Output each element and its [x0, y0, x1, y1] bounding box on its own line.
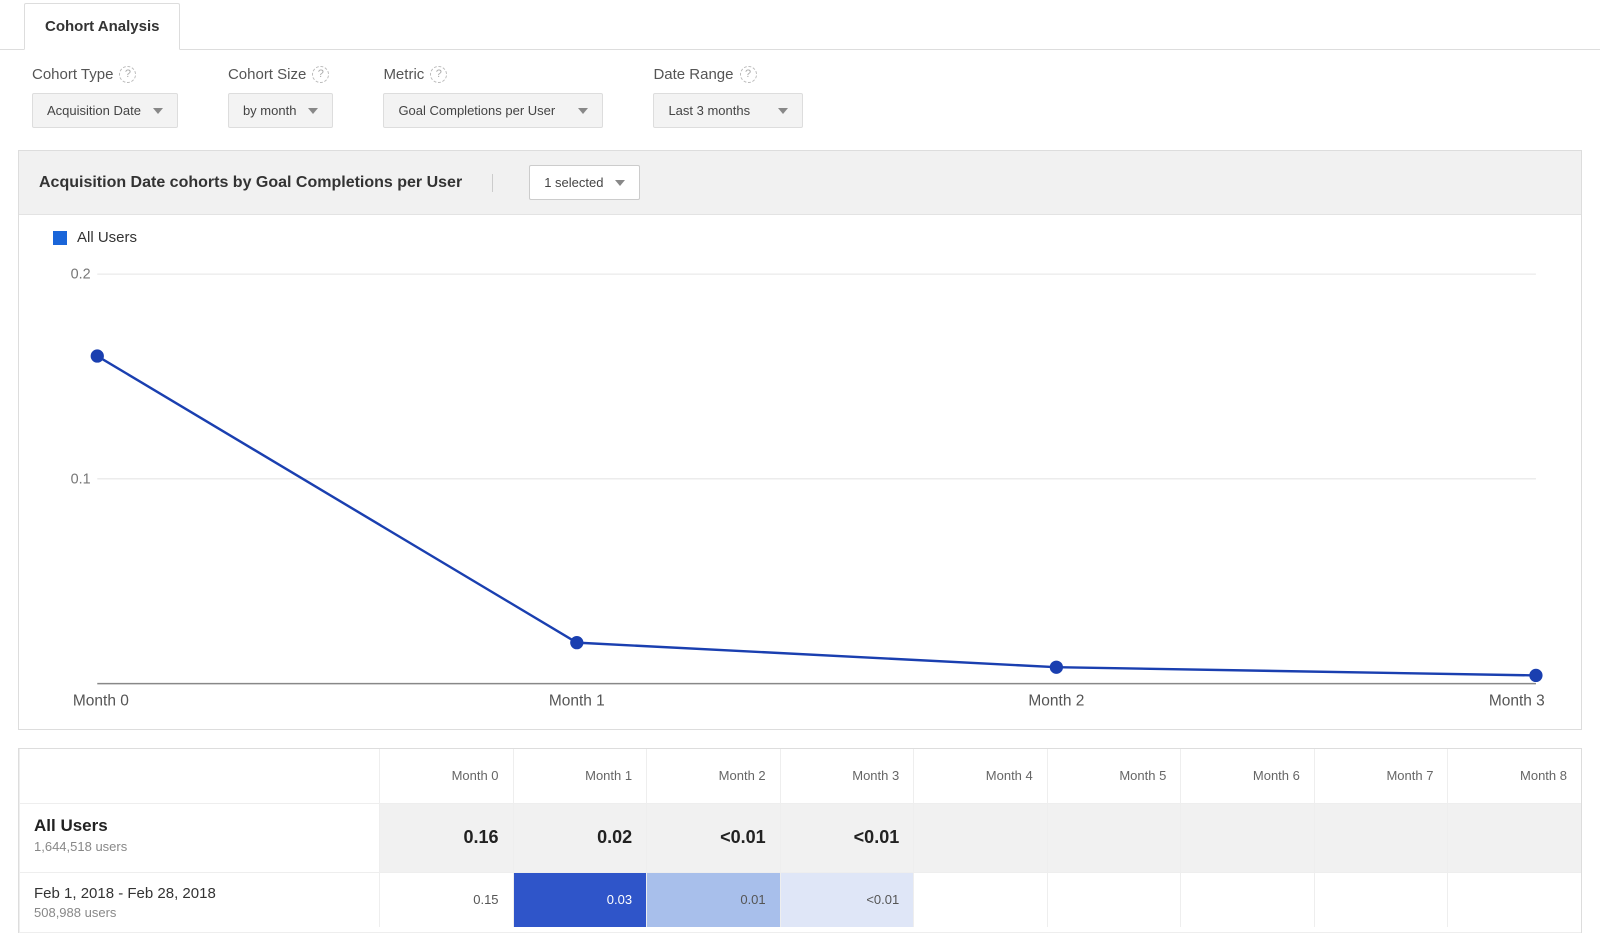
chevron-down-icon: [615, 180, 625, 186]
label-text: Cohort Type: [32, 66, 113, 83]
table-corner-cell: [19, 749, 379, 803]
filters-row: Cohort Type ? Acquisition Date Cohort Si…: [0, 50, 1600, 150]
filter-cohort-size-dropdown[interactable]: by month: [228, 93, 333, 128]
filter-metric-group: Metric ? Goal Completions per User: [383, 66, 603, 128]
row-label: Feb 1, 2018 - Feb 28, 2018: [34, 885, 216, 902]
table-header-cell: Month 3: [780, 749, 914, 803]
value-cell: [913, 804, 1047, 872]
table-header-cell: Month 1: [513, 749, 647, 803]
label-text: Metric: [383, 66, 424, 83]
table-row: Feb 1, 2018 - Feb 28, 2018 508,988 users 0…: [19, 873, 1581, 933]
svg-text:Month 3: Month 3: [1489, 693, 1545, 710]
filter-cohort-type-group: Cohort Type ? Acquisition Date: [32, 66, 178, 128]
help-icon[interactable]: ?: [312, 66, 329, 83]
value-cell: [913, 873, 1047, 927]
filter-cohort-type-dropdown[interactable]: Acquisition Date: [32, 93, 178, 128]
filter-date-range-label: Date Range ?: [653, 66, 803, 83]
panel-header: Acquisition Date cohorts by Goal Complet…: [19, 151, 1581, 215]
value-cell: <0.01: [780, 873, 914, 927]
chevron-down-icon: [153, 108, 163, 114]
help-icon[interactable]: ?: [430, 66, 447, 83]
filter-metric-dropdown[interactable]: Goal Completions per User: [383, 93, 603, 128]
legend-swatch-icon: [53, 231, 67, 245]
chart-legend: All Users: [19, 215, 1581, 246]
tab-cohort-analysis[interactable]: Cohort Analysis: [24, 3, 180, 50]
table-header-cell: Month 4: [913, 749, 1047, 803]
value-cell: [1180, 804, 1314, 872]
value-cell: [1447, 873, 1581, 927]
legend-series-label: All Users: [77, 229, 137, 246]
series-selector-dropdown[interactable]: 1 selected: [529, 165, 640, 200]
help-icon[interactable]: ?: [740, 66, 757, 83]
row-sublabel: 1,644,518 users: [34, 839, 127, 854]
chevron-down-icon: [778, 108, 788, 114]
value-cell: [1180, 873, 1314, 927]
value-cell: 0.01: [646, 873, 780, 927]
svg-text:Month 2: Month 2: [1028, 693, 1084, 710]
row-label-cell: Feb 1, 2018 - Feb 28, 2018 508,988 users: [19, 873, 379, 932]
label-text: Date Range: [653, 66, 733, 83]
svg-text:Month 1: Month 1: [549, 693, 605, 710]
svg-text:0.2: 0.2: [71, 267, 91, 283]
value-cell: [1314, 804, 1448, 872]
filter-date-range-group: Date Range ? Last 3 months: [653, 66, 803, 128]
table-header-cell: Month 2: [646, 749, 780, 803]
filter-cohort-size-group: Cohort Size ? by month: [228, 66, 333, 128]
table-header-cell: Month 8: [1447, 749, 1581, 803]
chart-panel: Acquisition Date cohorts by Goal Complet…: [18, 150, 1582, 730]
cohort-table: Month 0Month 1Month 2Month 3Month 4Month…: [18, 748, 1582, 933]
dropdown-value: by month: [243, 103, 296, 118]
value-cell: 0.15: [379, 873, 513, 927]
dropdown-value: Last 3 months: [668, 103, 750, 118]
tabbar: Cohort Analysis: [0, 0, 1600, 50]
dropdown-value: Goal Completions per User: [398, 103, 555, 118]
table-header-row: Month 0Month 1Month 2Month 3Month 4Month…: [19, 749, 1581, 804]
row-sublabel: 508,988 users: [34, 905, 116, 920]
help-icon[interactable]: ?: [119, 66, 136, 83]
dropdown-value: 1 selected: [544, 175, 603, 190]
value-cell: 0.16: [379, 804, 513, 872]
svg-text:0.1: 0.1: [71, 471, 91, 487]
panel-title: Acquisition Date cohorts by Goal Complet…: [39, 174, 493, 192]
filter-cohort-type-label: Cohort Type ?: [32, 66, 178, 83]
value-cell: [1314, 873, 1448, 927]
value-cell: [1047, 873, 1181, 927]
svg-text:Month 0: Month 0: [73, 693, 129, 710]
table-header-cell: Month 7: [1314, 749, 1448, 803]
row-label-cell: All Users 1,644,518 users: [19, 804, 379, 872]
table-row: All Users1,644,518 users0.160.02<0.01<0.…: [19, 804, 1581, 873]
value-cell: <0.01: [780, 804, 914, 872]
chart-wrap: 0.1 0.2 Month 0 Month 1 Month 2 Month 3: [19, 246, 1581, 729]
value-cell: [1047, 804, 1181, 872]
dropdown-value: Acquisition Date: [47, 103, 141, 118]
label-text: Cohort Size: [228, 66, 306, 83]
row-label: All Users: [34, 816, 108, 836]
chevron-down-icon: [578, 108, 588, 114]
filter-metric-label: Metric ?: [383, 66, 603, 83]
value-cell: 0.02: [513, 804, 647, 872]
filter-cohort-size-label: Cohort Size ?: [228, 66, 333, 83]
filter-date-range-dropdown[interactable]: Last 3 months: [653, 93, 803, 128]
value-cell: 0.03: [513, 873, 647, 927]
table-header-cell: Month 5: [1047, 749, 1181, 803]
value-cell: <0.01: [646, 804, 780, 872]
value-cell: [1447, 804, 1581, 872]
table-header-cell: Month 6: [1180, 749, 1314, 803]
chevron-down-icon: [308, 108, 318, 114]
table-header-cell: Month 0: [379, 749, 513, 803]
line-chart: 0.1 0.2 Month 0 Month 1 Month 2 Month 3: [53, 252, 1547, 717]
